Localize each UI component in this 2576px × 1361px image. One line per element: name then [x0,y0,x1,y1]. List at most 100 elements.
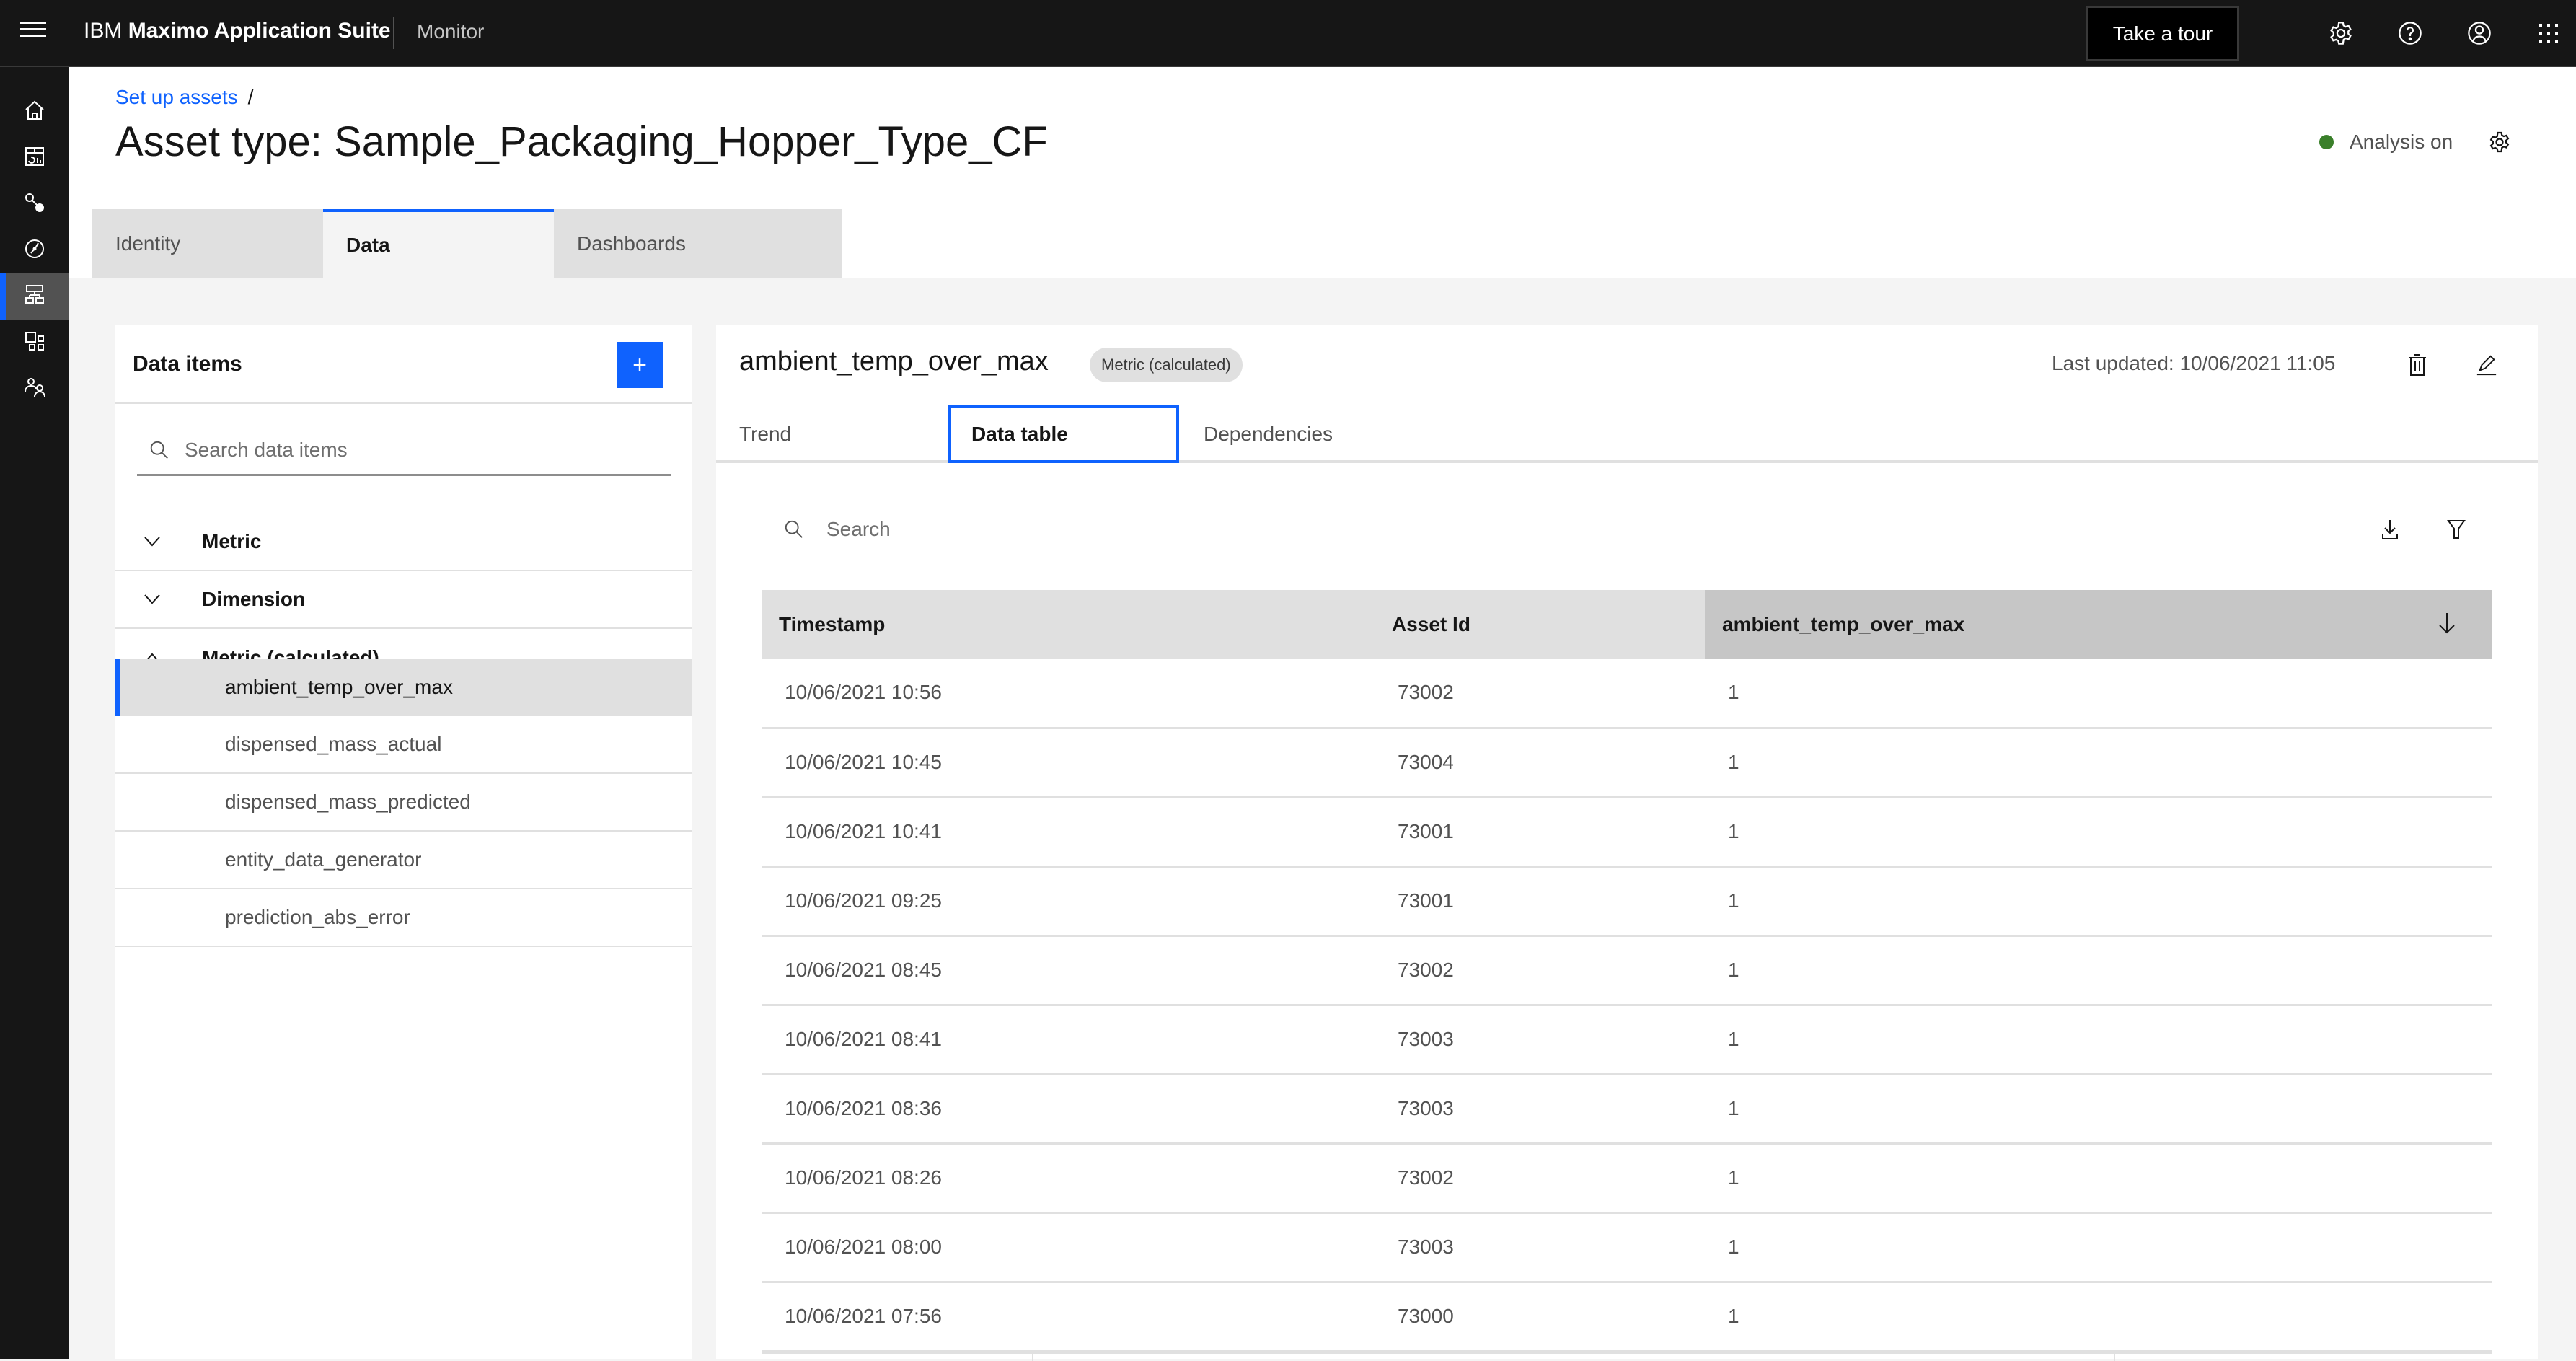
nav-setup-assets[interactable] [0,273,69,320]
category-label: Metric [202,530,262,552]
nav-apps[interactable] [0,320,69,366]
pagination-divider [1032,1354,1033,1361]
category-dimension[interactable]: Dimension [115,571,692,629]
sort-descending-icon[interactable] [2438,612,2456,640]
app-name: Monitor [417,20,485,43]
dashboard-icon [23,145,46,172]
delete-icon[interactable] [2401,349,2433,381]
analysis-settings-icon[interactable] [2485,128,2514,157]
cell-asset-id: 73004 [1375,728,1705,798]
detail-tabs: Trend Data table Dependencies [716,405,2538,463]
table-body: 10/06/2021 10:56 73002 1 10/06/2021 10:45 73… [762,659,2492,1352]
data-items-search-input[interactable] [185,438,646,462]
cell-value: 1 [1705,1074,2492,1145]
nav-explore[interactable] [0,227,69,273]
table-row[interactable]: 10/06/2021 08:26 73002 1 [762,1143,2492,1214]
column-header-label: ambient_temp_over_max [1722,612,1965,635]
user-icon[interactable] [2462,16,2497,50]
data-items-header: Data items + [115,325,692,404]
data-table: Timestamp Asset Id ambient_temp_over_max… [762,590,2492,1352]
data-item-prediction-abs-error[interactable]: prediction_abs_error [115,889,692,947]
cell-asset-id: 73002 [1375,659,1705,729]
cell-asset-id: 73003 [1375,1074,1705,1145]
nav-users[interactable] [0,366,69,412]
data-item-entity-data-generator[interactable]: entity_data_generator [115,832,692,889]
status-dot-icon [2319,135,2334,149]
tab-identity[interactable]: Identity [92,209,323,278]
cell-timestamp: 10/06/2021 07:56 [762,1282,1375,1352]
cell-asset-id: 73003 [1375,1212,1705,1283]
table-row[interactable]: 10/06/2021 09:25 73001 1 [762,866,2492,937]
cell-value: 1 [1705,728,2492,798]
tab-dashboards[interactable]: Dashboards [554,209,842,278]
cell-asset-id: 73000 [1375,1282,1705,1352]
cell-asset-id: 73002 [1375,935,1705,1006]
cell-asset-id: 73001 [1375,797,1705,868]
search-icon [783,519,805,540]
table-row[interactable]: 10/06/2021 08:36 73003 1 [762,1074,2492,1145]
chevron-down-icon [115,537,202,547]
app-switcher-icon[interactable] [2531,16,2566,50]
table-row[interactable]: 10/06/2021 08:00 73003 1 [762,1212,2492,1283]
filter-icon[interactable] [2440,514,2472,545]
breadcrumb: Set up assets / [115,86,253,109]
tab-data-table[interactable]: Data table [948,405,1179,463]
data-item-dispensed-mass-predicted[interactable]: dispensed_mass_predicted [115,774,692,832]
cell-timestamp: 10/06/2021 10:41 [762,797,1375,868]
cell-value: 1 [1705,1143,2492,1214]
column-header-asset-id[interactable]: Asset Id [1375,590,1705,659]
cell-timestamp: 10/06/2021 08:00 [762,1212,1375,1283]
home-icon [23,99,46,125]
table-row[interactable]: 10/06/2021 10:56 73002 1 [762,659,2492,729]
cell-value: 1 [1705,1282,2492,1352]
cell-timestamp: 10/06/2021 10:45 [762,728,1375,798]
table-row[interactable]: 10/06/2021 08:41 73003 1 [762,1005,2492,1075]
menu-icon[interactable] [20,22,46,43]
cell-asset-id: 73001 [1375,866,1705,937]
page-header: Set up assets / Asset type: Sample_Packag… [69,67,2576,278]
data-item-ambient-temp-over-max[interactable]: ambient_temp_over_max [115,659,692,716]
brand-name[interactable]: IBM Maximo Application Suite [84,19,391,43]
cell-timestamp: 10/06/2021 08:26 [762,1143,1375,1214]
tab-data[interactable]: Data [323,209,554,278]
compass-icon [23,237,46,264]
table-row[interactable]: 10/06/2021 07:56 73000 1 [762,1282,2492,1352]
cell-value: 1 [1705,1212,2492,1283]
data-item-detail-panel: ambient_temp_over_max Metric (calculated… [716,325,2538,1361]
breadcrumb-set-up-assets[interactable]: Set up assets [115,86,238,108]
table-row[interactable]: 10/06/2021 10:45 73004 1 [762,728,2492,798]
table-toolbar [762,505,2492,554]
category-label: Dimension [202,588,306,610]
tab-trend[interactable]: Trend [739,405,948,463]
table-search [783,505,1403,554]
pagination-divider [2114,1354,2115,1361]
table-row[interactable]: 10/06/2021 10:41 73001 1 [762,797,2492,868]
category-metric[interactable]: Metric [115,514,692,571]
breadcrumb-separator: / [247,86,254,108]
data-items-panel: Data items + Metric Dimension Metric (ca… [115,325,692,1359]
data-item-dispensed-mass-actual[interactable]: dispensed_mass_actual [115,716,692,774]
cell-value: 1 [1705,797,2492,868]
nav-dashboards[interactable] [0,135,69,181]
table-row[interactable]: 10/06/2021 08:45 73002 1 [762,935,2492,1006]
analysis-status: Analysis on [2319,131,2453,154]
tab-dependencies[interactable]: Dependencies [1204,405,1420,463]
nav-home[interactable] [0,89,69,135]
status-label: Analysis on [2350,131,2453,153]
take-a-tour-button[interactable]: Take a tour [2086,6,2239,61]
help-icon[interactable] [2393,16,2427,50]
column-header-timestamp[interactable]: Timestamp [762,590,1375,659]
nav-connect[interactable] [0,181,69,227]
column-header-ambient-temp-over-max[interactable]: ambient_temp_over_max [1705,590,2492,659]
detail-title: ambient_temp_over_max [739,346,1049,376]
cell-timestamp: 10/06/2021 09:25 [762,866,1375,937]
add-data-item-button[interactable]: + [617,342,663,388]
edit-icon[interactable] [2471,349,2502,381]
table-search-input[interactable] [826,518,1403,541]
header-divider [393,17,394,49]
data-items-title: Data items [133,352,242,376]
top-header: IBM Maximo Application Suite Monitor Tak… [0,0,2576,67]
settings-icon[interactable] [2324,16,2358,50]
download-icon[interactable] [2374,514,2406,545]
cell-value: 1 [1705,659,2492,729]
